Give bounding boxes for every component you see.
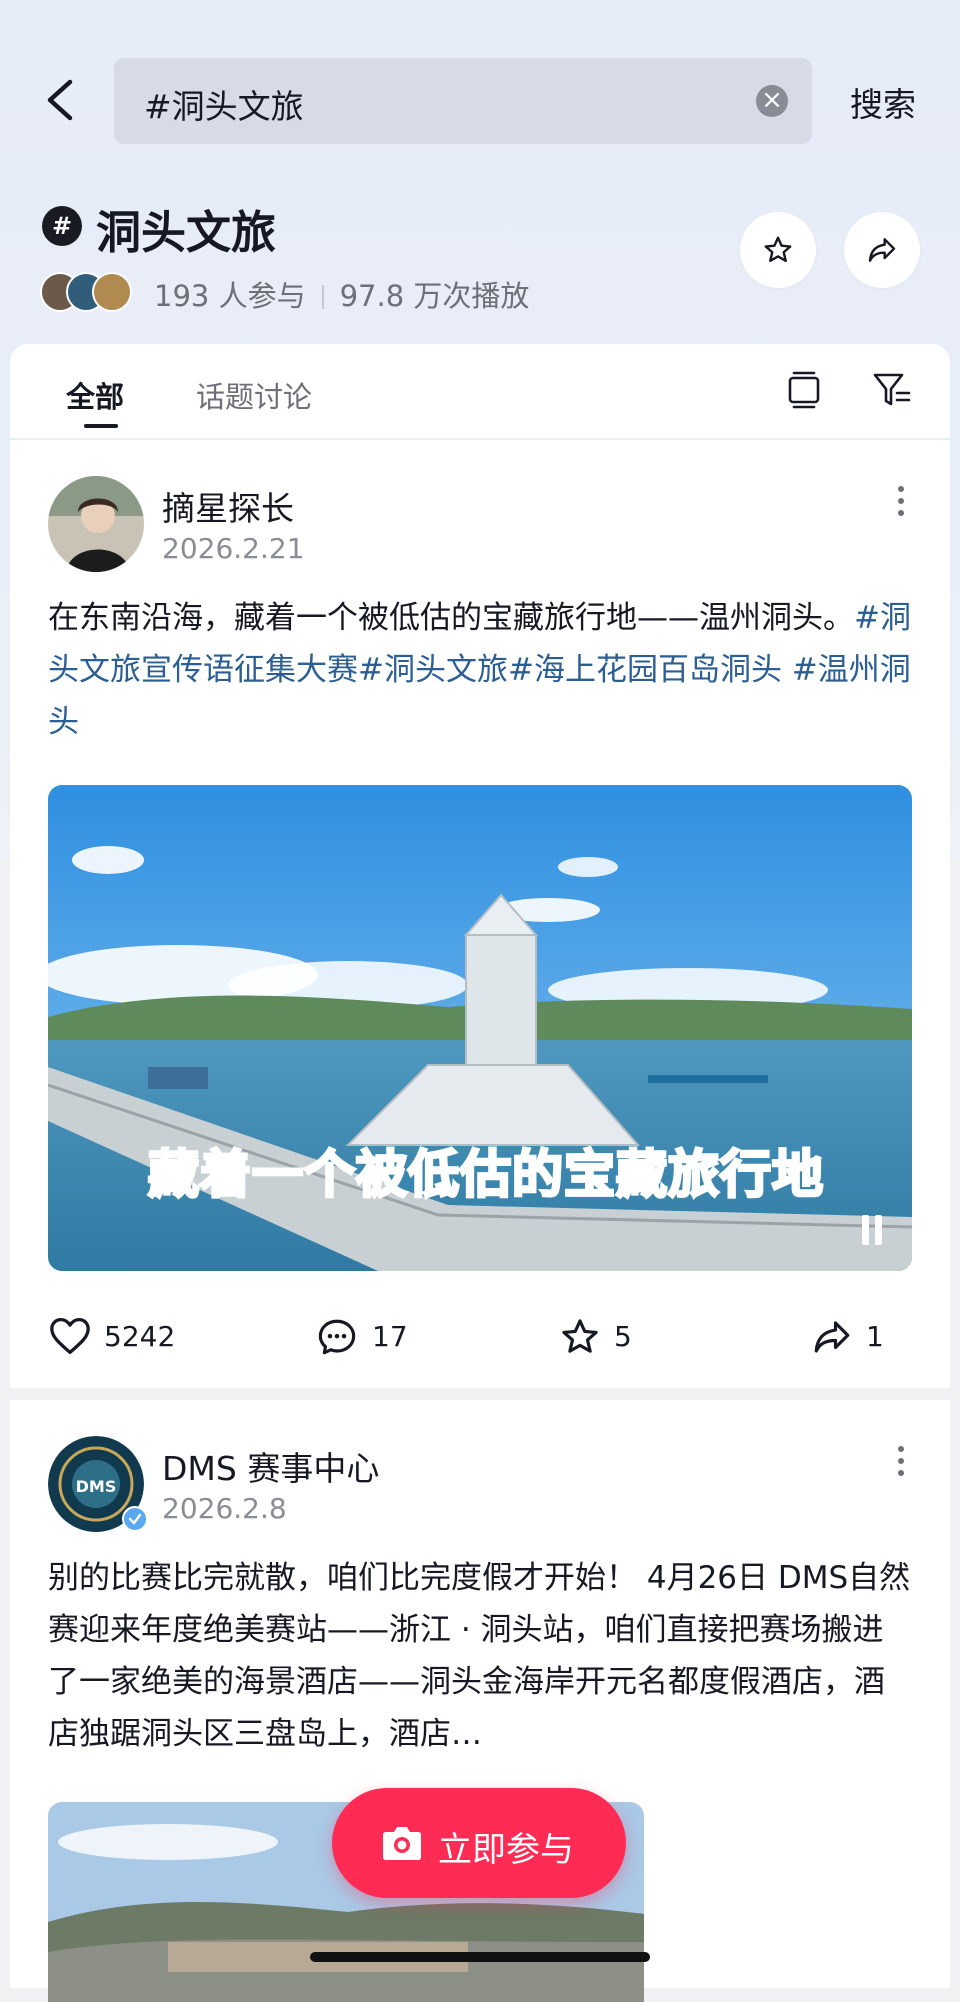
verified-icon [122, 1506, 148, 1532]
more-icon[interactable] [898, 1446, 908, 1482]
pause-icon[interactable] [856, 1215, 882, 1249]
post-author[interactable]: 摘星探长 [162, 482, 294, 530]
post-text[interactable]: 别的比赛比完就散，咱们比完度假才开始！ 4月26日 DMS自然赛迎来年度绝美赛站… [48, 1552, 914, 1760]
list-icon [788, 371, 820, 409]
stats-divider [321, 285, 324, 309]
favorite-count: 5 [614, 1320, 632, 1353]
share-icon [868, 238, 896, 262]
filter-icon [873, 373, 911, 406]
like-count: 5242 [104, 1320, 176, 1353]
participant-avatars[interactable] [40, 272, 150, 312]
participants-count: 193 人参与 [154, 279, 306, 313]
plays-count: 97.8 万次播放 [339, 279, 530, 313]
comment-icon [318, 1319, 356, 1355]
star-icon [562, 1319, 598, 1353]
post-video[interactable]: 藏着一个被低估的宝藏旅行地 [48, 785, 912, 1271]
post-text[interactable]: 在东南沿海，藏着一个被低估的宝藏旅行地——温州洞头。#洞头文旅宣传语征集大赛#洞… [48, 592, 914, 748]
post-author[interactable]: DMS 赛事中心 [162, 1442, 379, 1490]
avatar [92, 272, 132, 312]
topic-hashtag-icon: # [42, 206, 82, 246]
page-title: 洞头文旅 [96, 206, 277, 259]
post-date: 2026.2.21 [162, 532, 305, 565]
comment-count: 17 [372, 1320, 408, 1353]
favorite-topic-button[interactable] [740, 212, 816, 288]
share-count: 1 [866, 1320, 884, 1353]
layout-toggle-button[interactable] [786, 370, 822, 414]
heart-icon [50, 1318, 90, 1354]
topic-stats: 193 人参与 97.8 万次播放 [154, 273, 529, 315]
join-button-label: 立即参与 [438, 1830, 574, 1870]
join-button[interactable]: 立即参与 [332, 1788, 626, 1898]
search-button[interactable]: 搜索 [850, 78, 916, 126]
svg-text:DMS: DMS [76, 1477, 117, 1496]
back-button[interactable] [40, 70, 90, 130]
star-icon [764, 236, 792, 263]
camera-icon [383, 1827, 421, 1860]
search-input[interactable]: #洞头文旅 × [114, 58, 812, 144]
tab-bar: 全部 话题讨论 [10, 344, 950, 438]
filter-button[interactable] [872, 370, 912, 414]
tab-discussion[interactable]: 话题讨论 [196, 374, 312, 416]
home-indicator [310, 1952, 650, 1962]
post-date: 2026.2.8 [162, 1492, 287, 1525]
back-icon [47, 79, 73, 121]
tab-active-indicator [84, 424, 118, 428]
tab-all[interactable]: 全部 [66, 374, 124, 416]
clear-icon[interactable]: × [756, 85, 788, 117]
more-icon[interactable] [898, 486, 908, 522]
post-card[interactable]: 摘星探长 2026.2.21 在东南沿海，藏着一个被低估的宝藏旅行地——温州洞头… [10, 440, 950, 1388]
video-caption: 藏着一个被低估的宝藏旅行地 [146, 1145, 825, 1207]
post-body: 在东南沿海，藏着一个被低估的宝藏旅行地——温州洞头。 [48, 600, 854, 636]
post-actions: 5242 17 5 1 [10, 1308, 950, 1368]
share-icon [814, 1321, 850, 1353]
avatar[interactable] [48, 476, 144, 572]
search-query: #洞头文旅 [144, 87, 304, 126]
post-card[interactable]: DMS DMS 赛事中心 2026.2.8 别的比赛比完就散，咱们比完度假才开始… [10, 1400, 950, 2002]
share-topic-button[interactable] [844, 212, 920, 288]
